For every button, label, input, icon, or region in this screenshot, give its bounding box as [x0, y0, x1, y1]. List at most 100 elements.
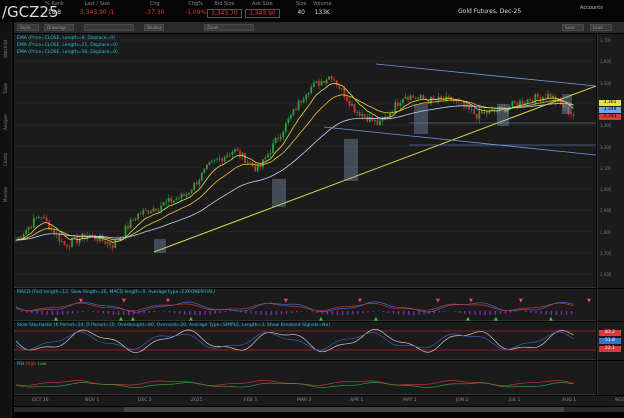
candle — [300, 100, 302, 103]
drawings-button[interactable]: Drawings — [44, 24, 74, 31]
macd-histogram-bar — [408, 311, 410, 315]
time-axis: OCT 16 NOV 1 DEC 2 2025 FEB 3 MAR 3 APR 1 MAY 1… — [14, 396, 624, 406]
candle — [440, 96, 442, 99]
macd-histogram-bar — [56, 311, 59, 315]
candle — [48, 221, 50, 230]
candle — [269, 153, 272, 155]
sidebar-tab[interactable]: Watchlist — [3, 28, 8, 58]
candle — [175, 198, 178, 201]
macd-histogram-bar — [387, 311, 390, 313]
macd-histogram-bar — [352, 311, 354, 315]
studies-button[interactable]: Studies — [144, 24, 164, 31]
macd-histogram-bar — [509, 311, 512, 313]
price-pane[interactable]: EMA (Price=CLOSE, Length=9, Displace=0) … — [14, 34, 596, 288]
candle — [109, 242, 112, 246]
macd-pane[interactable]: MACD (Fast length=12, Slow length=26, MA… — [14, 289, 596, 321]
rsi-pane[interactable]: RSI High Low — [14, 361, 596, 395]
candle — [111, 245, 114, 248]
candle — [96, 239, 99, 242]
macd-histogram-bar — [565, 311, 568, 315]
macd-histogram-bar — [372, 311, 374, 312]
quote-label: Chg — [149, 1, 160, 7]
sidebar-tab[interactable]: Analyze — [3, 100, 8, 130]
macd-histogram-bar — [489, 311, 491, 315]
macd-histogram-bar — [530, 311, 532, 313]
candle — [129, 219, 132, 229]
candle — [160, 205, 162, 210]
candle — [307, 92, 310, 95]
timeframe-select[interactable] — [84, 24, 134, 31]
candle — [213, 160, 216, 161]
candle — [142, 210, 145, 215]
candle — [45, 217, 48, 222]
candle — [127, 225, 129, 229]
candle — [432, 96, 435, 99]
up-signal-icon: ▲ — [54, 316, 58, 321]
candle — [256, 165, 259, 171]
macd-histogram-bar — [504, 311, 507, 314]
macd-histogram-bar — [163, 311, 166, 312]
macd-histogram-bar — [458, 311, 461, 313]
candle — [402, 98, 404, 103]
quote-label: Ask Size — [251, 1, 273, 7]
sidebar-tab[interactable]: Trade — [3, 64, 8, 94]
macd-histogram-bar — [469, 311, 471, 315]
candle — [295, 108, 297, 111]
candle — [190, 189, 193, 193]
macd-histogram-bar — [214, 311, 217, 314]
price-axis[interactable]: 3,7003,6003,5003,4003,3003,2003,1003,000… — [597, 34, 624, 288]
macd-histogram-bar — [418, 311, 420, 315]
candle — [478, 110, 481, 119]
sidebar-tab[interactable]: Charts — [3, 136, 8, 166]
accounts-dropdown[interactable]: Accounts — [580, 5, 603, 11]
macd-histogram-bar — [336, 311, 339, 315]
candle — [32, 218, 35, 228]
macd-histogram-bar — [189, 311, 191, 315]
macd-histogram-bar — [270, 311, 273, 315]
price-tick: 3,500 — [600, 80, 612, 86]
down-signal-icon: ▼ — [166, 298, 170, 304]
macd-histogram-bar — [428, 311, 430, 315]
candle — [514, 101, 516, 103]
price-badge: 3,361 — [599, 100, 621, 106]
stochastic-chart — [14, 328, 596, 354]
time-tick: AUG 1 — [562, 398, 577, 403]
candle — [284, 122, 287, 132]
save-button[interactable]: Save — [562, 24, 584, 31]
price-badge: 3,348 — [599, 107, 621, 113]
candle — [483, 112, 486, 114]
scrollbar-thumb[interactable] — [124, 407, 564, 412]
macd-histogram-bar — [560, 311, 563, 315]
horizontal-scrollbar[interactable] — [14, 407, 624, 412]
zoom-select[interactable]: Zoom — [204, 24, 254, 31]
macd-histogram-bar — [92, 311, 94, 312]
candle — [486, 112, 488, 114]
candle — [404, 96, 407, 99]
rsi-chart — [15, 380, 574, 388]
macd-histogram-bar — [331, 311, 334, 315]
candle — [167, 198, 170, 202]
candle — [376, 120, 379, 126]
sidebar-tab[interactable]: Monitor — [3, 172, 8, 202]
macd-histogram-bar — [133, 311, 135, 315]
candle — [394, 102, 397, 113]
macd-histogram-bar — [219, 311, 222, 314]
candle — [315, 81, 318, 83]
style-button[interactable]: Style — [17, 24, 39, 31]
candle — [139, 213, 142, 215]
candle — [491, 109, 493, 111]
load-button[interactable]: Load — [590, 24, 612, 31]
candle — [305, 94, 308, 100]
stochastic-pane[interactable]: Slow Stochastic (K Period=14, D Period=1… — [14, 322, 596, 360]
quote-value: 3,343.90 — [245, 9, 280, 18]
macd-histogram-bar — [61, 311, 64, 315]
candle — [157, 209, 160, 211]
candle — [371, 116, 374, 121]
candle — [58, 233, 61, 242]
macd-histogram-bar — [36, 311, 38, 315]
time-tick: MAR 3 — [297, 398, 312, 403]
down-signal-icon: ▼ — [436, 298, 440, 304]
quote-field: Ask Size 3,343.90 — [245, 1, 280, 18]
quote-value: -37.30 — [145, 9, 165, 16]
candle — [165, 201, 168, 203]
